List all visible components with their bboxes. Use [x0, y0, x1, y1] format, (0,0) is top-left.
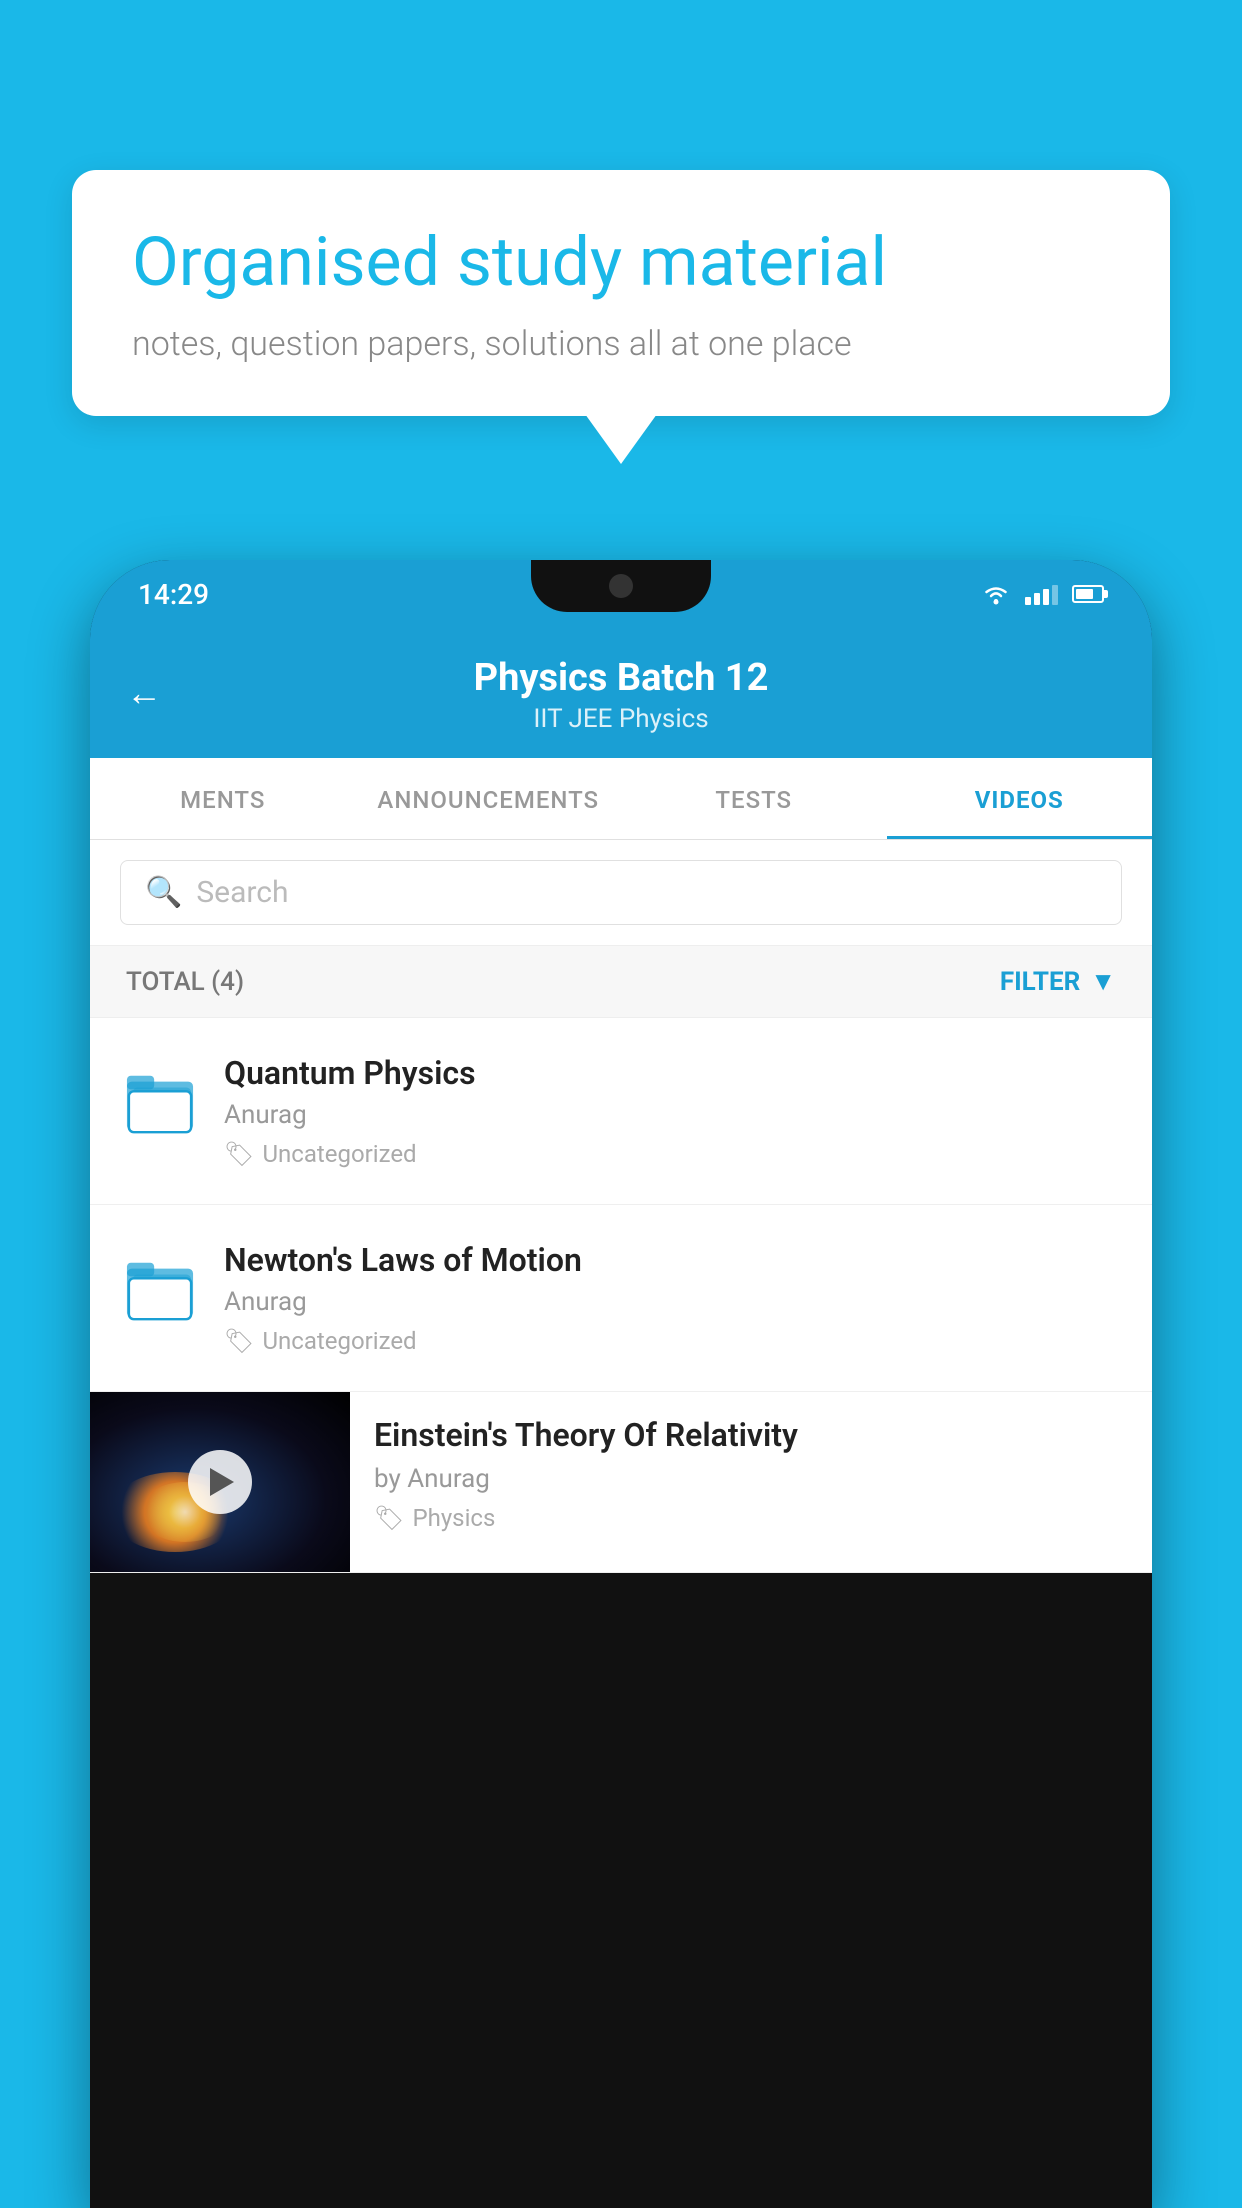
status-time: 14:29 [138, 578, 209, 611]
app-header: ← Physics Batch 12 IIT JEE Physics [90, 628, 1152, 758]
search-icon: 🔍 [145, 875, 182, 910]
item-title: Einstein's Theory Of Relativity [374, 1416, 1122, 1454]
item-title: Quantum Physics [224, 1054, 1122, 1092]
content-area: Quantum Physics Anurag 🏷 Uncategorized [90, 1018, 1152, 1573]
notch [531, 560, 711, 612]
folder-icon [125, 1256, 195, 1324]
tab-ments[interactable]: MENTS [90, 758, 356, 839]
thumbnail-container [90, 1392, 350, 1572]
wifi-icon [981, 583, 1011, 605]
item-info: Einstein's Theory Of Relativity by Anura… [350, 1392, 1122, 1556]
tag-icon: 🏷 [224, 1140, 254, 1168]
status-icons [981, 583, 1104, 605]
back-button[interactable]: ← [126, 672, 162, 714]
notch-camera [609, 574, 633, 598]
tag-icon: 🏷 [374, 1504, 404, 1532]
filter-button[interactable]: FILTER ▼ [1000, 966, 1116, 997]
item-author: Anurag [224, 1287, 1122, 1317]
tag-label: Uncategorized [262, 1140, 416, 1168]
item-title: Newton's Laws of Motion [224, 1241, 1122, 1279]
signal-icon [1025, 583, 1058, 605]
item-info: Quantum Physics Anurag 🏷 Uncategorized [224, 1054, 1122, 1168]
phone-frame: 14:29 ← Physics Batch 12 [90, 560, 1152, 2208]
total-label: TOTAL (4) [126, 967, 244, 997]
status-bar: 14:29 [90, 560, 1152, 628]
item-author: by Anurag [374, 1464, 1122, 1494]
header-subtitle: IIT JEE Physics [130, 704, 1112, 734]
filter-icon: ▼ [1090, 966, 1116, 997]
filter-row: TOTAL (4) FILTER ▼ [90, 946, 1152, 1018]
item-author: Anurag [224, 1100, 1122, 1130]
folder-icon-container [120, 1245, 200, 1335]
speech-bubble: Organised study material notes, question… [72, 170, 1170, 416]
search-container: 🔍 Search [90, 840, 1152, 946]
item-tag: 🏷 Physics [374, 1504, 1122, 1532]
tab-tests[interactable]: TESTS [621, 758, 887, 839]
play-button[interactable] [188, 1450, 252, 1514]
search-bar[interactable]: 🔍 Search [120, 860, 1122, 925]
play-triangle-icon [210, 1468, 234, 1496]
folder-icon [125, 1069, 195, 1137]
tab-bar: MENTS ANNOUNCEMENTS TESTS VIDEOS [90, 758, 1152, 840]
item-tag: 🏷 Uncategorized [224, 1327, 1122, 1355]
search-input[interactable]: Search [196, 875, 1097, 910]
list-item[interactable]: Quantum Physics Anurag 🏷 Uncategorized [90, 1018, 1152, 1205]
tab-videos[interactable]: VIDEOS [887, 758, 1153, 839]
tag-icon: 🏷 [224, 1327, 254, 1355]
filter-label: FILTER [1000, 967, 1080, 997]
item-tag: 🏷 Uncategorized [224, 1140, 1122, 1168]
list-item[interactable]: Newton's Laws of Motion Anurag 🏷 Uncateg… [90, 1205, 1152, 1392]
tag-label: Uncategorized [262, 1327, 416, 1355]
folder-icon-container [120, 1058, 200, 1148]
bubble-title: Organised study material [132, 222, 1110, 304]
tag-label: Physics [412, 1504, 495, 1532]
tab-announcements[interactable]: ANNOUNCEMENTS [356, 758, 622, 839]
list-item[interactable]: Einstein's Theory Of Relativity by Anura… [90, 1392, 1152, 1573]
item-info: Newton's Laws of Motion Anurag 🏷 Uncateg… [224, 1241, 1122, 1355]
bubble-subtitle: notes, question papers, solutions all at… [132, 324, 1110, 364]
header-title: Physics Batch 12 [130, 656, 1112, 700]
battery-icon [1072, 585, 1104, 603]
